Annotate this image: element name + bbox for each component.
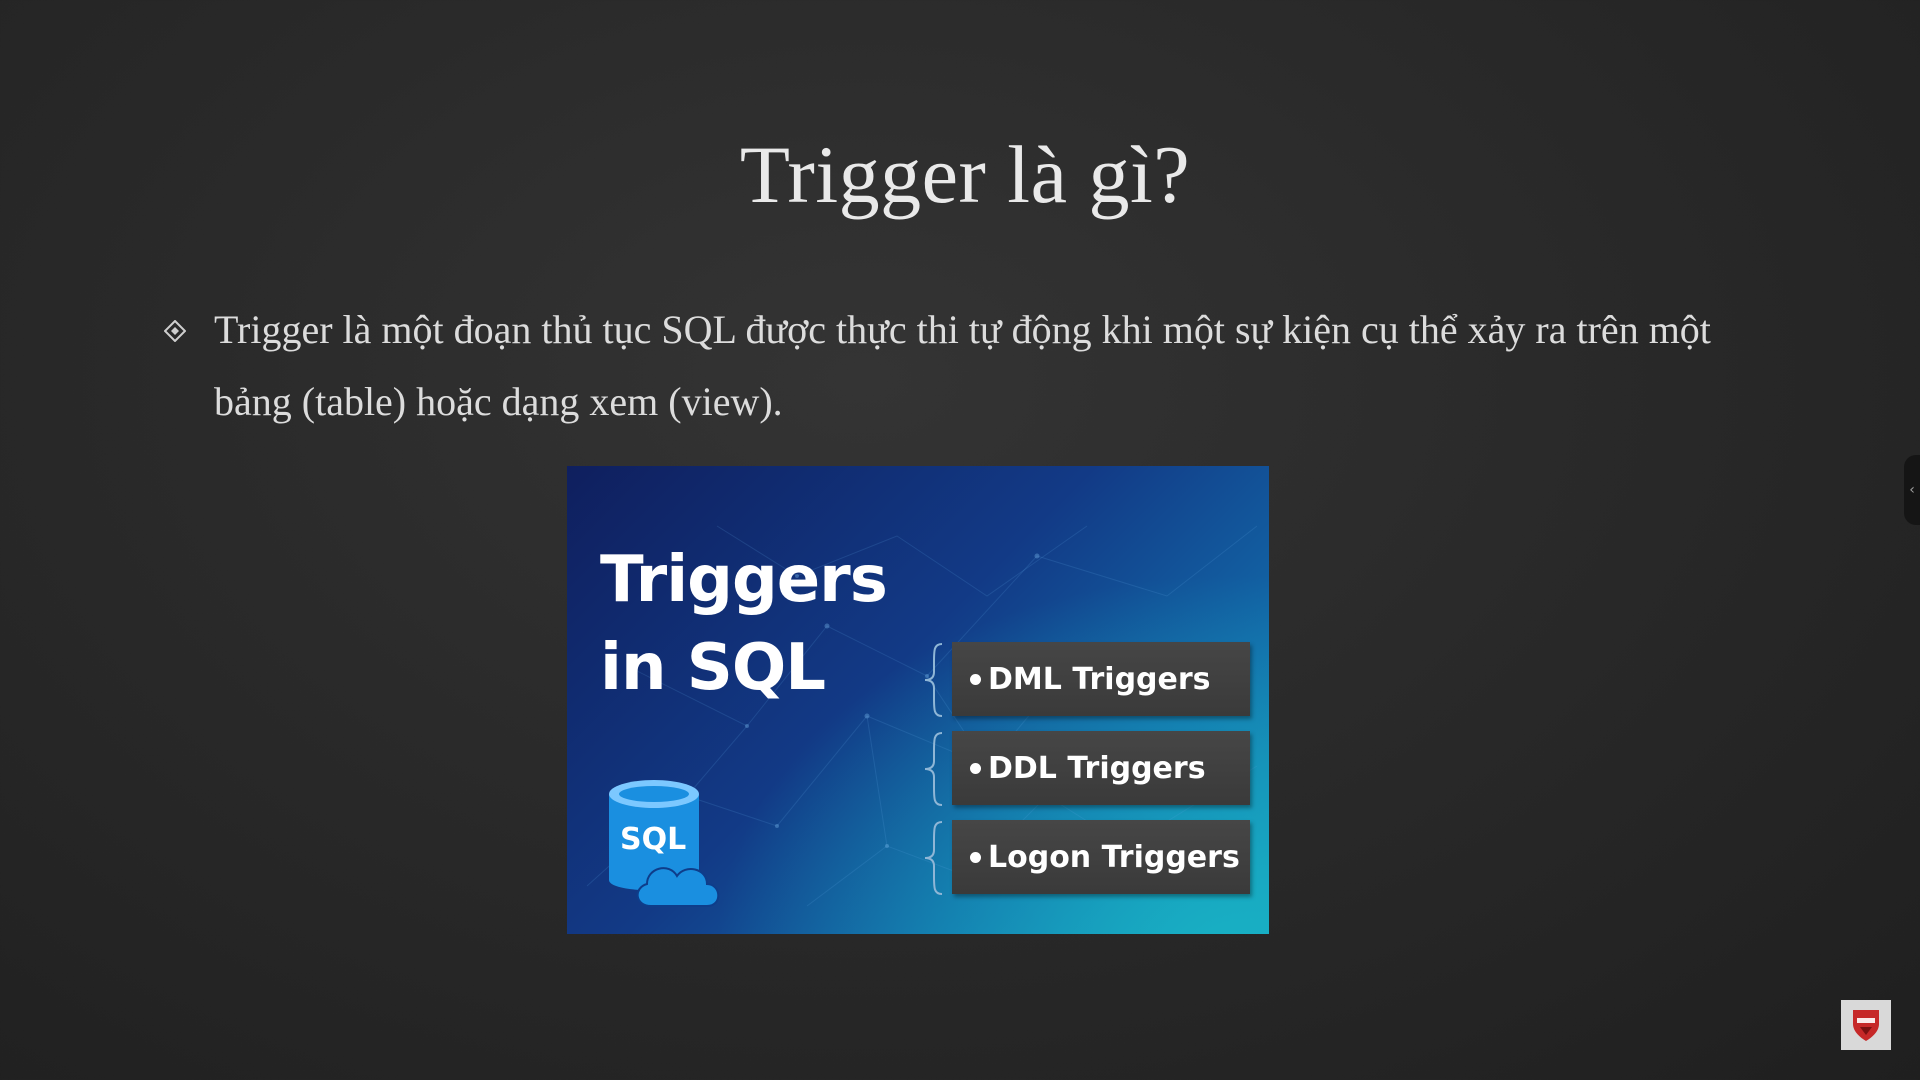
trigger-type-box: Logon Triggers: [952, 820, 1250, 894]
sql-icon-label: SQL: [620, 822, 687, 857]
slide-title: Trigger là gì?: [739, 129, 1191, 220]
list-item: DDL Triggers: [922, 731, 1252, 807]
brace-icon: [924, 732, 943, 806]
corner-logo[interactable]: [1841, 1000, 1891, 1050]
trigger-type-box: DML Triggers: [952, 642, 1250, 716]
trigger-type-label: DDL Triggers: [988, 750, 1206, 786]
figure-title-line1: Triggers: [600, 543, 888, 617]
brace-icon: [924, 821, 943, 895]
chevron-left-icon: ‹: [1909, 482, 1915, 498]
slide: Trigger là gì? Trigger là một đoạn thủ t…: [0, 0, 1920, 1080]
side-panel-toggle[interactable]: ‹: [1904, 455, 1920, 525]
diamond-bullet-icon: [164, 320, 186, 342]
brace-icon: [924, 643, 943, 717]
figure-title-line2: in SQL: [600, 631, 826, 705]
trigger-type-label: Logon Triggers: [988, 839, 1240, 875]
bullet-point: Trigger là một đoạn thủ tục SQL được thự…: [164, 294, 1784, 438]
bullet-dot-icon: [970, 762, 981, 774]
triggers-in-sql-image: Triggers in SQL SQL DML Triggers DDL Tri…: [567, 466, 1269, 934]
list-item: DML Triggers: [922, 642, 1252, 718]
shield-logo-icon: [1853, 1010, 1879, 1041]
trigger-type-box: DDL Triggers: [952, 731, 1250, 805]
list-item: Logon Triggers: [922, 820, 1252, 896]
bullet-dot-icon: [970, 673, 981, 685]
bullet-text: Trigger là một đoạn thủ tục SQL được thự…: [214, 307, 1711, 424]
trigger-type-label: DML Triggers: [988, 661, 1211, 697]
bullet-dot-icon: [970, 851, 981, 863]
figure-title: Triggers in SQL: [600, 536, 888, 712]
